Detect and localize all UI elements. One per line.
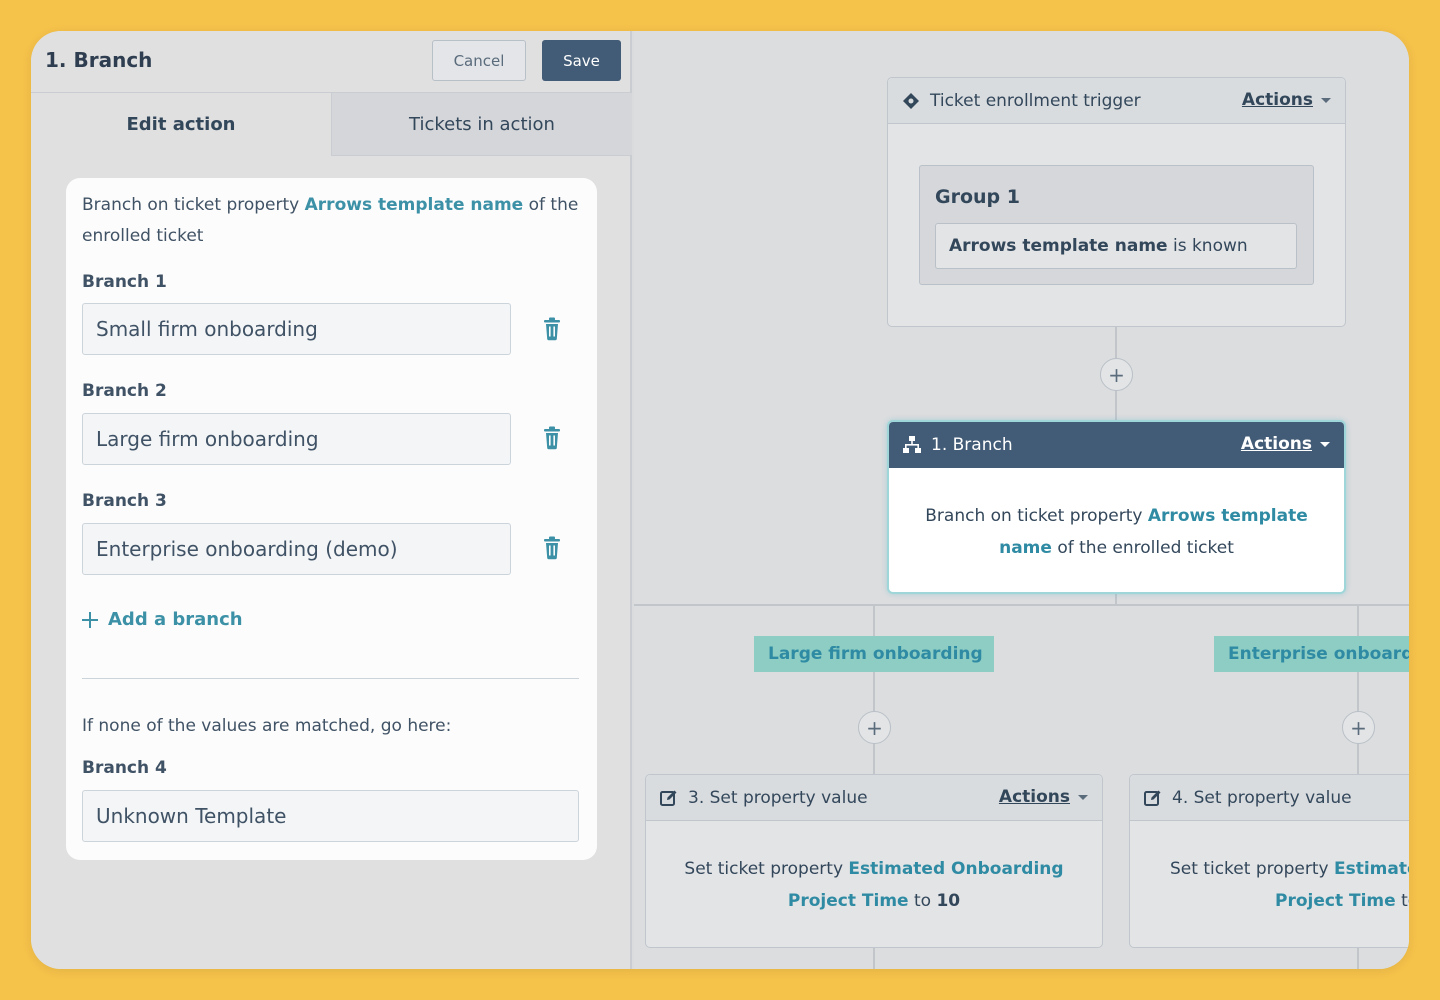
diamond-trigger-icon	[903, 92, 919, 109]
connector-line	[1357, 606, 1359, 774]
branch-2-input[interactable]	[82, 413, 511, 465]
set-body-line2: Project Time to	[1170, 885, 1409, 917]
add-branch-button[interactable]: Add a branch	[82, 609, 243, 630]
trash-icon[interactable]	[542, 317, 562, 341]
set-property-link[interactable]: Project Time	[788, 891, 909, 911]
branch-node[interactable]: 1. Branch Actions Branch on ticket prope…	[887, 420, 1346, 594]
set-property-link[interactable]: Project Time	[1275, 891, 1396, 911]
plus-icon: +	[1350, 715, 1367, 740]
set-property-node-3[interactable]: 3. Set property value Actions Set ticket…	[645, 774, 1103, 948]
branch-node-body: Branch on ticket property Arrows templat…	[909, 500, 1324, 564]
branch-tree-icon	[903, 436, 921, 453]
condition-operator: is known	[1167, 236, 1248, 256]
trigger-actions-dropdown[interactable]: Actions	[1242, 90, 1331, 110]
add-action-button[interactable]: +	[1100, 358, 1133, 391]
panel-title: 1. Branch	[45, 48, 153, 72]
set-property-link[interactable]: Estimated Onboarding	[1334, 859, 1409, 879]
branch-property-link[interactable]: name	[999, 538, 1052, 558]
fallback-text: If none of the values are matched, go he…	[82, 716, 452, 736]
connector-line	[873, 606, 875, 774]
panel-header: 1. Branch Cancel Save	[31, 31, 632, 93]
set-node-body: Set ticket property Estimated Onboarding…	[656, 853, 1092, 917]
set-body-line1: Set ticket property Estimated Onboarding	[1170, 853, 1409, 885]
actions-label: Actions	[1240, 434, 1312, 454]
branch-property-link[interactable]: Arrows template	[1148, 506, 1308, 526]
plus-icon: +	[1108, 362, 1125, 387]
branch-node-title: 1. Branch	[931, 435, 1013, 455]
save-button[interactable]: Save	[542, 40, 621, 81]
caret-down-icon	[1078, 794, 1088, 800]
plus-icon: +	[866, 715, 883, 740]
set-prefix: Set ticket property	[684, 859, 849, 879]
trigger-condition[interactable]: Arrows template name is known	[935, 223, 1297, 269]
set-to: to	[1401, 891, 1409, 911]
branch-3-label: Branch 3	[82, 491, 167, 511]
branch-2-label: Branch 2	[82, 381, 167, 401]
set-node-header: 3. Set property value Actions	[646, 775, 1102, 821]
set-node-title: 3. Set property value	[688, 787, 868, 808]
branch-4-input[interactable]	[82, 790, 579, 842]
set-value: 10	[936, 891, 961, 911]
trigger-node-header: Ticket enrollment trigger Actions	[888, 78, 1345, 124]
caret-down-icon	[1320, 441, 1330, 447]
body-prefix: Branch on ticket property	[925, 506, 1148, 526]
set-body-line1: Set ticket property Estimated Onboarding	[656, 853, 1092, 885]
panel-tabs: Edit action Tickets in action	[31, 93, 632, 156]
cancel-button[interactable]: Cancel	[432, 40, 526, 81]
set-node-title: 4. Set property value	[1172, 787, 1352, 808]
body-suffix: of the enrolled ticket	[1051, 538, 1234, 558]
set-body-line2: Project Time to 10	[656, 885, 1092, 917]
edit-property-icon	[1144, 790, 1161, 806]
branch-config-card: Branch on ticket property Arrows templat…	[66, 178, 597, 860]
branch-description: Branch on ticket property Arrows templat…	[82, 190, 582, 252]
set-node-actions-dropdown[interactable]: Actions	[999, 787, 1088, 807]
workflow-canvas: Ticket enrollment trigger Actions Group …	[634, 31, 1409, 969]
trash-icon[interactable]	[542, 536, 562, 560]
trigger-group: Group 1 Arrows template name is known	[919, 165, 1314, 285]
actions-label: Actions	[998, 787, 1070, 807]
trigger-title: Ticket enrollment trigger	[930, 90, 1141, 111]
branch-node-header: 1. Branch Actions	[889, 422, 1344, 468]
tab-tickets-in-action[interactable]: Tickets in action	[331, 93, 632, 156]
add-branch-label: Add a branch	[108, 609, 243, 630]
connector-line	[634, 604, 1409, 606]
trash-icon[interactable]	[542, 426, 562, 450]
workflow-editor-window: 1. Branch Cancel Save Edit action Ticket…	[31, 31, 1409, 969]
connector-line	[1357, 948, 1359, 969]
set-to: to	[908, 891, 937, 911]
branch-1-label: Branch 1	[82, 272, 167, 292]
trigger-node[interactable]: Ticket enrollment trigger Actions Group …	[887, 77, 1346, 327]
add-action-button[interactable]: +	[1342, 711, 1375, 744]
tab-edit-action[interactable]: Edit action	[31, 93, 331, 156]
set-property-node-4[interactable]: 4. Set property value Set ticket propert…	[1129, 774, 1409, 948]
description-property-link[interactable]: Arrows template name	[305, 195, 524, 215]
group-title: Group 1	[935, 186, 1020, 208]
add-action-button[interactable]: +	[858, 711, 891, 744]
branch-label-large-firm: Large firm onboarding	[754, 636, 994, 672]
condition-property: Arrows template name	[949, 236, 1168, 256]
plus-icon	[82, 611, 98, 628]
branch-label-enterprise: Enterprise onboarding	[1214, 636, 1409, 672]
set-node-body: Set ticket property Estimated Onboarding…	[1170, 853, 1409, 917]
caret-down-icon	[1321, 97, 1331, 103]
actions-label: Actions	[1241, 90, 1313, 110]
connector-line	[1115, 594, 1117, 606]
edit-action-panel: 1. Branch Cancel Save Edit action Ticket…	[31, 31, 632, 969]
set-prefix: Set ticket property	[1170, 859, 1334, 879]
connector-line	[873, 948, 875, 969]
set-node-header: 4. Set property value	[1130, 775, 1409, 821]
set-property-link[interactable]: Estimated Onboarding	[848, 859, 1063, 879]
branch-3-input[interactable]	[82, 523, 511, 575]
edit-property-icon	[660, 790, 677, 806]
branch-body-line1: Branch on ticket property Arrows templat…	[909, 500, 1324, 532]
divider	[82, 678, 579, 679]
branch-1-input[interactable]	[82, 303, 511, 355]
branch-body-line2: name of the enrolled ticket	[909, 532, 1324, 564]
branch-actions-dropdown[interactable]: Actions	[1241, 434, 1330, 454]
description-prefix: Branch on ticket property	[82, 195, 305, 215]
branch-4-label: Branch 4	[82, 758, 167, 778]
